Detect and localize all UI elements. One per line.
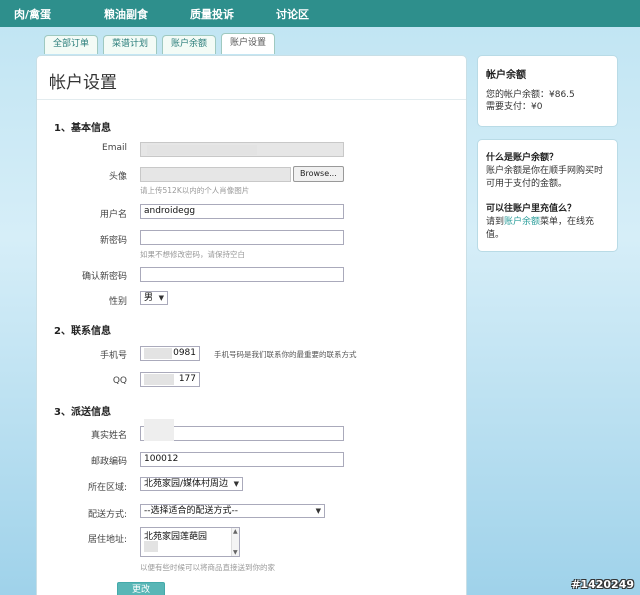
balance-menu-link[interactable]: 账户余额 [504,217,540,227]
help-answer-2: 请到账户余额菜单，在线充值。 [486,216,609,242]
phone-redaction [144,348,172,359]
chevron-down-icon: ▼ [233,480,240,488]
delivery-method-select[interactable]: --选择适合的配送方式-- ▼ [140,504,325,518]
address-textarea[interactable]: 北苑家园莲葩园 ▲ ▼ [140,527,240,557]
nav-item-complaints[interactable]: 质量投诉 [179,6,245,22]
gender-label: 性别 [108,297,127,307]
address-redaction [144,541,158,552]
zip-input[interactable]: 100012 [140,452,344,467]
realname-input[interactable] [140,419,344,441]
qq-label: QQ [112,376,127,386]
help-question-2: 可以往账户里充值么？ [486,204,577,214]
nav-item-grain-oil[interactable]: 粮油副食 [93,6,159,22]
browse-button[interactable]: Browse... [293,166,344,182]
top-nav: 肉/禽蛋 粮油副食 质量投诉 讨论区 [0,0,640,27]
username-label: 用户名 [99,210,127,220]
tab-recipe-plan[interactable]: 菜谱计划 [103,35,158,54]
nav-item-forum[interactable]: 讨论区 [265,6,320,22]
zip-label: 邮政编码 [90,457,127,467]
title-divider [37,99,466,100]
tab-all-orders[interactable]: 全部订单 [44,35,99,54]
new-password-input[interactable] [140,230,344,245]
balance-box: 帐户余额 您的帐户余额：¥86.5 需要支付：¥0 [477,55,618,127]
amount-due: 需要支付：¥0 [486,102,543,112]
email-label: Email [102,143,127,153]
new-password-label: 新密码 [99,236,127,246]
avatar-label: 头像 [108,172,127,182]
page-title: 帐户设置 [49,73,117,93]
settings-panel: 帐户设置 1、基本信息 Email 头像 Browse... 请上传512K以内… [36,55,467,595]
qq-input[interactable]: 177 [140,372,200,387]
section-delivery-info: 3、派送信息 [54,407,111,418]
section-basic-info: 1、基本信息 [54,123,111,134]
delivery-method-label: 配送方式: [87,510,127,520]
address-hint: 以便有些时候可以将商品直接送到你的家 [140,563,275,572]
phone-value: 0981 [173,348,196,358]
qq-value: 177 [178,374,196,384]
chevron-down-icon: ▼ [315,507,321,515]
address-scrollbar[interactable]: ▲ ▼ [231,528,239,556]
qq-redaction [144,374,174,385]
scroll-down-icon[interactable]: ▼ [233,549,238,556]
email-field [140,142,344,157]
region-value: 北苑家园/媒体村周边 [144,479,229,489]
gender-value: 男 [144,293,154,303]
help-answer-1: 账户余额是你在顺手网购买时可用于支付的金额。 [486,166,604,189]
tab-account-balance[interactable]: 账户余额 [162,35,217,54]
gender-select[interactable]: 男 ▼ [140,291,169,305]
avatar-hint: 请上传512K以内的个人肖像图片 [140,186,250,195]
realname-label: 真实姓名 [90,431,127,441]
balance-box-title: 帐户余额 [486,70,526,81]
confirm-password-input[interactable] [140,267,344,282]
help-box: 什么是账户余额？ 账户余额是你在顺手网购买时可用于支付的金额。 可以往账户里充值… [477,139,618,252]
scroll-up-icon[interactable]: ▲ [233,528,238,535]
nav-item-meat-eggs[interactable]: 肉/禽蛋 [0,6,73,22]
phone-input[interactable]: 0981 [140,346,200,361]
region-select[interactable]: 北苑家园/媒体村周边 ▼ [140,477,244,491]
region-label: 所在区域: [87,483,127,493]
avatar-file-input[interactable] [140,167,291,182]
submit-button[interactable]: 更改 [117,582,165,595]
tab-account-settings[interactable]: 账户设置 [221,33,276,54]
address-label: 居住地址: [87,535,127,545]
help-question-1: 什么是账户余额？ [486,153,559,163]
realname-redaction [144,419,174,441]
username-input[interactable]: androidegg [140,204,344,219]
chevron-down-icon: ▼ [158,294,165,302]
confirm-password-label: 确认新密码 [81,272,127,282]
email-redaction [147,145,257,155]
delivery-method-value: --选择适合的配送方式-- [144,506,238,516]
watermark: #1420249 [571,578,634,591]
password-hint: 如果不想修改密码，请保持空白 [140,250,245,259]
section-contact-info: 2、联系信息 [54,326,111,337]
phone-label: 手机号 [99,351,127,361]
balance-amount: 您的帐户余额：¥86.5 [486,90,575,100]
phone-hint: 手机号码是我们联系你的最重要的联系方式 [214,350,357,359]
account-tabs: 全部订单 菜谱计划 账户余额 账户设置 [44,33,276,54]
help-answer-2-prefix: 请到 [486,217,505,227]
